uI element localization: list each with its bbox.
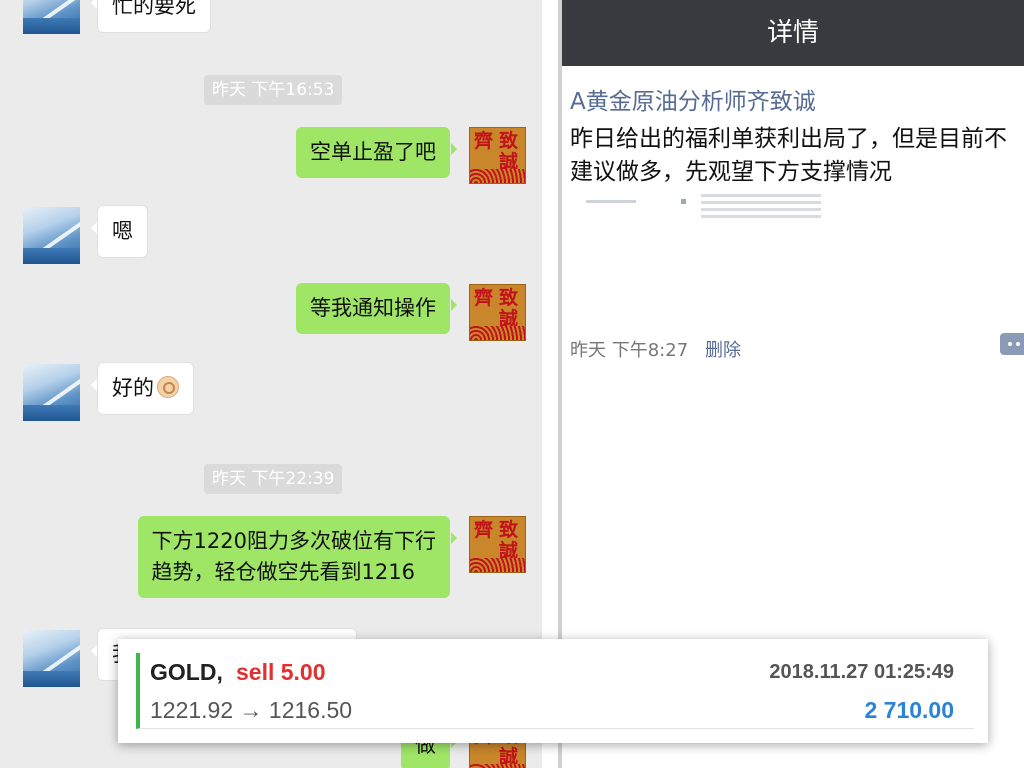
incoming-message[interactable]: 忙的要死 bbox=[91, 0, 211, 33]
contact-avatar[interactable] bbox=[23, 0, 80, 34]
seal-char: 齊 bbox=[474, 287, 494, 309]
ok-hand-emoji-icon bbox=[157, 376, 179, 398]
post-time: 昨天 下午8:27 bbox=[570, 340, 689, 361]
timestamp-divider: 昨天 下午22:39 bbox=[204, 464, 343, 494]
my-avatar[interactable]: 齊 致 誠 bbox=[469, 127, 526, 184]
seal-char: 致 bbox=[499, 130, 519, 152]
seal-char: 致 bbox=[499, 519, 519, 541]
post-text: 昨日给出的福利单获利出局了，但是目前不建议做多，先观望下方支撑情况 bbox=[570, 126, 1007, 185]
message-text: 好的 bbox=[112, 376, 154, 400]
seal-char: 致 bbox=[499, 287, 519, 309]
seal-char: 齊 bbox=[474, 130, 494, 152]
seal-wave-pattern bbox=[470, 169, 525, 183]
outgoing-message[interactable]: 等我通知操作 bbox=[296, 283, 457, 334]
trade-record-row: GOLD, sell 5.00 2018.11.27 01:25:49 1221… bbox=[136, 653, 974, 729]
contact-avatar[interactable] bbox=[23, 364, 80, 421]
outgoing-message[interactable]: 下方1220阻力多次破位有下行 趋势，轻仓做空先看到1216 bbox=[137, 516, 458, 598]
timestamp-divider: 昨天 下午16:53 bbox=[204, 75, 343, 105]
comment-icon[interactable] bbox=[1000, 333, 1024, 355]
trade-datetime: 2018.11.27 01:25:49 bbox=[769, 661, 954, 683]
seal-char: 齊 bbox=[474, 519, 494, 541]
page-title: 详情 bbox=[766, 18, 819, 48]
seal-wave-pattern bbox=[470, 558, 525, 572]
contact-avatar[interactable] bbox=[23, 630, 80, 687]
trade-prices: 1221.92 → 1216.50 bbox=[150, 697, 353, 723]
my-avatar[interactable]: 齊 致 誠 bbox=[469, 516, 526, 573]
nav-bar: 详情 bbox=[562, 0, 1024, 66]
seal-wave-pattern bbox=[470, 764, 525, 768]
post-author-link[interactable]: A黄金原油分析师齐致诚 bbox=[570, 82, 816, 116]
seal-wave-pattern bbox=[470, 326, 525, 340]
post-image-thumbnail[interactable] bbox=[586, 194, 826, 228]
trade-record-card: GOLD, sell 5.00 2018.11.27 01:25:49 1221… bbox=[118, 639, 988, 743]
incoming-message[interactable]: 嗯 bbox=[91, 205, 148, 258]
delete-link[interactable]: 删除 bbox=[705, 336, 741, 362]
contact-avatar[interactable] bbox=[23, 207, 80, 264]
trade-symbol: GOLD, bbox=[150, 659, 223, 685]
my-avatar[interactable]: 齊 致 誠 bbox=[469, 284, 526, 341]
trade-profit: 2 710.00 bbox=[864, 697, 954, 723]
trade-side: sell 5.00 bbox=[236, 659, 326, 685]
incoming-message[interactable]: 好的 bbox=[91, 362, 194, 415]
outgoing-message[interactable]: 空单止盈了吧 bbox=[296, 127, 457, 178]
